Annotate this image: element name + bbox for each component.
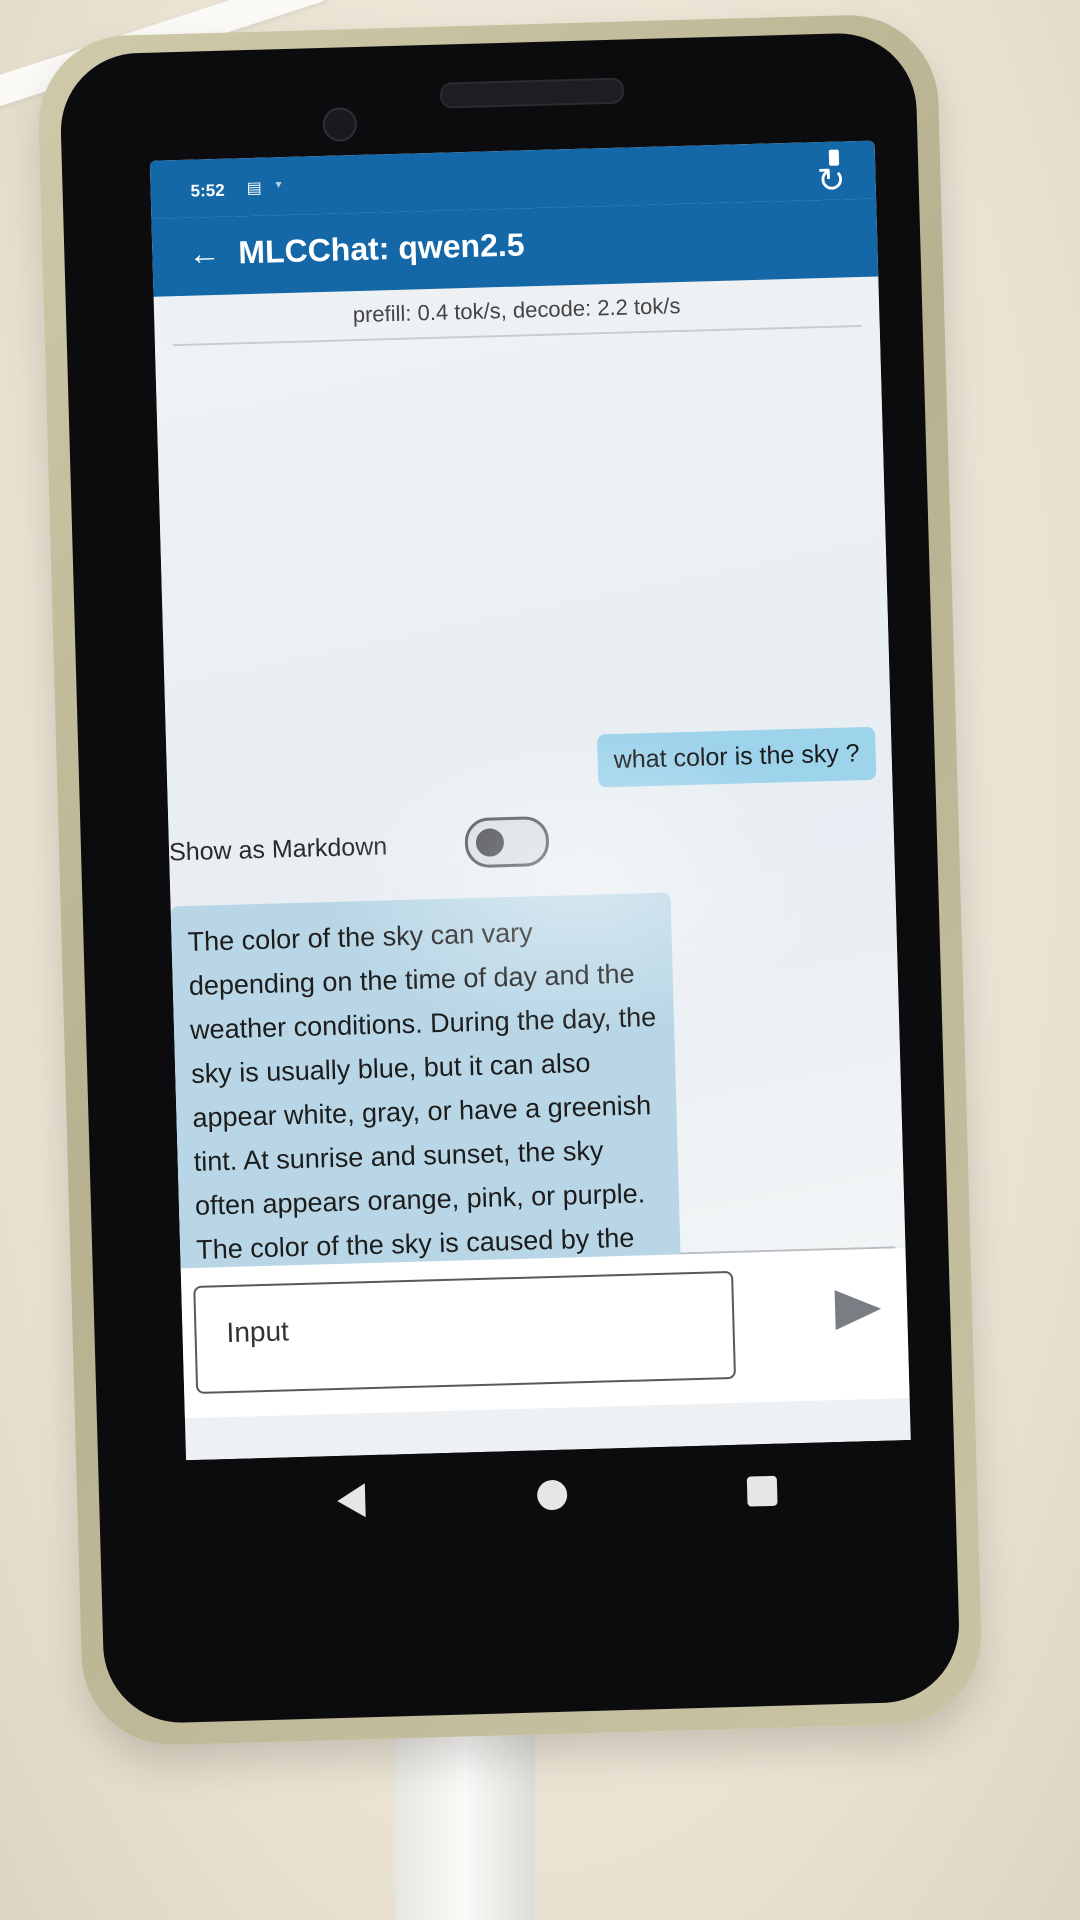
nav-recents-icon[interactable] xyxy=(746,1475,778,1507)
arrow-left-icon[interactable]: ← xyxy=(188,235,221,272)
send-icon[interactable] xyxy=(834,1288,882,1331)
nav-back-icon[interactable] xyxy=(336,1483,366,1519)
sim-icon: ▤ xyxy=(246,179,262,198)
app-title: MLCChat: qwen2.5 xyxy=(237,226,525,271)
app-screen: 5:52 ▤ ▾ ← MLCChat: qwen2.5 ↻ prefill: 0… xyxy=(149,140,911,1461)
toggle-knob xyxy=(475,828,505,857)
message-input[interactable]: Input xyxy=(193,1270,737,1394)
phone: 5:52 ▤ ▾ ← MLCChat: qwen2.5 ↻ prefill: 0… xyxy=(36,12,984,1748)
status-time: 5:52 xyxy=(190,180,225,201)
input-area: Input xyxy=(180,1248,910,1419)
user-message: what color is the sky ? xyxy=(597,726,877,788)
input-placeholder: Input xyxy=(226,1315,290,1349)
earpiece-speaker xyxy=(439,77,625,109)
system-nav-bar xyxy=(186,1440,914,1561)
reset-icon[interactable]: ↻ xyxy=(817,161,847,200)
wifi-icon: ▾ xyxy=(275,177,282,192)
markdown-toggle-label: Show as Markdown xyxy=(168,832,388,867)
nav-home-icon[interactable] xyxy=(536,1479,568,1511)
markdown-toggle[interactable] xyxy=(464,815,550,869)
photo-scene: 5:52 ▤ ▾ ← MLCChat: qwen2.5 ↻ prefill: 0… xyxy=(0,0,1080,1920)
chat-list[interactable]: what color is the sky ? Show as Markdown… xyxy=(154,326,906,1331)
markdown-toggle-row: Show as Markdown xyxy=(168,810,769,887)
front-camera xyxy=(322,106,358,142)
phone-body: 5:52 ▤ ▾ ← MLCChat: qwen2.5 ↻ prefill: 0… xyxy=(58,31,962,1725)
charging-cable xyxy=(395,1720,535,1920)
